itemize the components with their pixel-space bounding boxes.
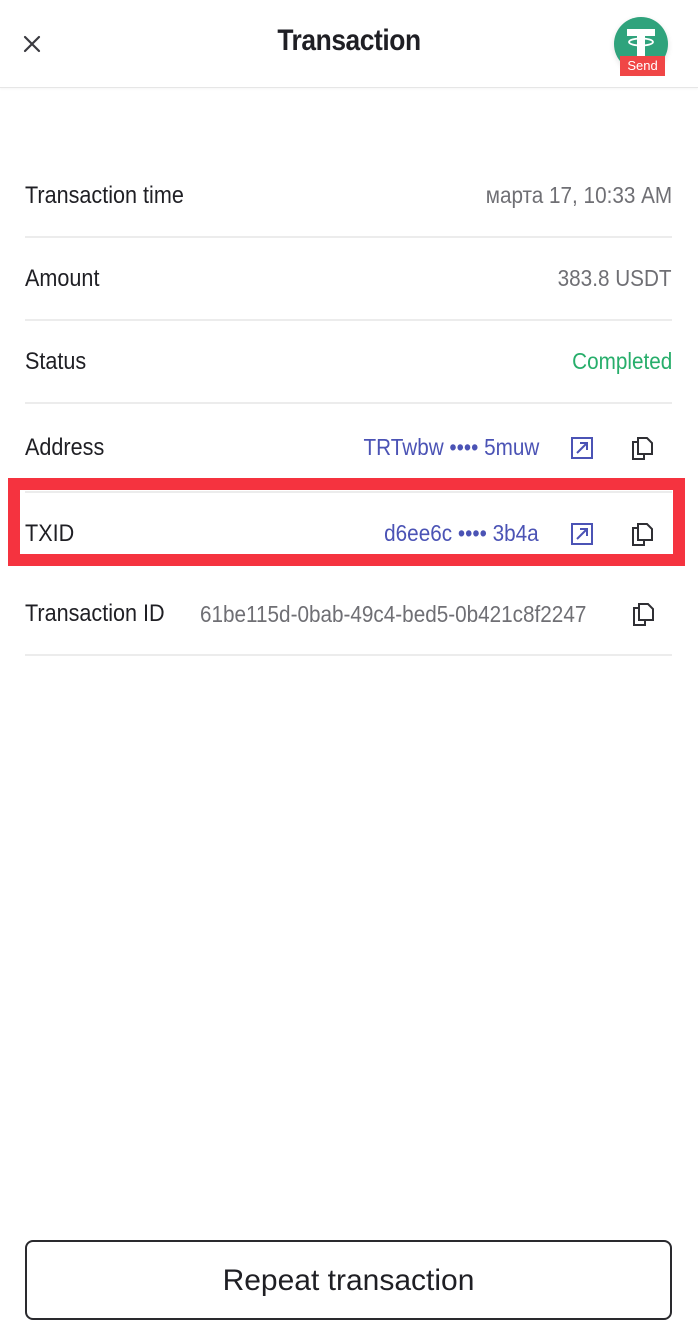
transaction-id-copy-icon[interactable] (629, 599, 657, 629)
header: Transaction Send (0, 0, 698, 88)
address-label: Address (25, 433, 105, 461)
txid-external-link-icon[interactable] (567, 519, 597, 549)
status-label: Status (25, 347, 87, 375)
transaction-time-value: марта 17, 10:33 AM (485, 182, 672, 208)
row-address: Address TRTwbw •••• 5muw (25, 404, 672, 493)
address-value[interactable]: TRTwbw •••• 5muw (363, 434, 539, 461)
txid-copy-icon[interactable] (627, 519, 657, 549)
close-icon (23, 35, 41, 53)
row-transaction-id: Transaction ID 61be115d-0bab-49c4-bed5-0… (25, 574, 672, 656)
row-amount: Amount 383.8 USDT (25, 238, 672, 321)
transaction-id-label: Transaction ID (25, 600, 165, 627)
amount-label: Amount (25, 264, 100, 292)
row-txid: TXID d6ee6c •••• 3b4a (25, 493, 672, 574)
txid-label: TXID (25, 519, 75, 547)
transaction-time-label: Transaction time (25, 181, 184, 209)
transaction-details: Transaction time марта 17, 10:33 AM Amou… (25, 155, 672, 656)
transaction-id-value: 61be115d-0bab-49c4-bed5-0b421c8f2247 (200, 600, 587, 627)
row-status: Status Completed (25, 321, 672, 404)
repeat-transaction-button[interactable]: Repeat transaction (25, 1240, 672, 1320)
status-value: Completed (571, 348, 672, 374)
address-copy-icon[interactable] (627, 433, 657, 463)
send-badge: Send (620, 56, 665, 76)
row-transaction-time: Transaction time марта 17, 10:33 AM (25, 155, 672, 238)
txid-value[interactable]: d6ee6c •••• 3b4a (385, 520, 539, 547)
page-title: Transaction (277, 24, 421, 57)
address-external-link-icon[interactable] (567, 433, 597, 463)
amount-value: 383.8 USDT (558, 265, 672, 291)
